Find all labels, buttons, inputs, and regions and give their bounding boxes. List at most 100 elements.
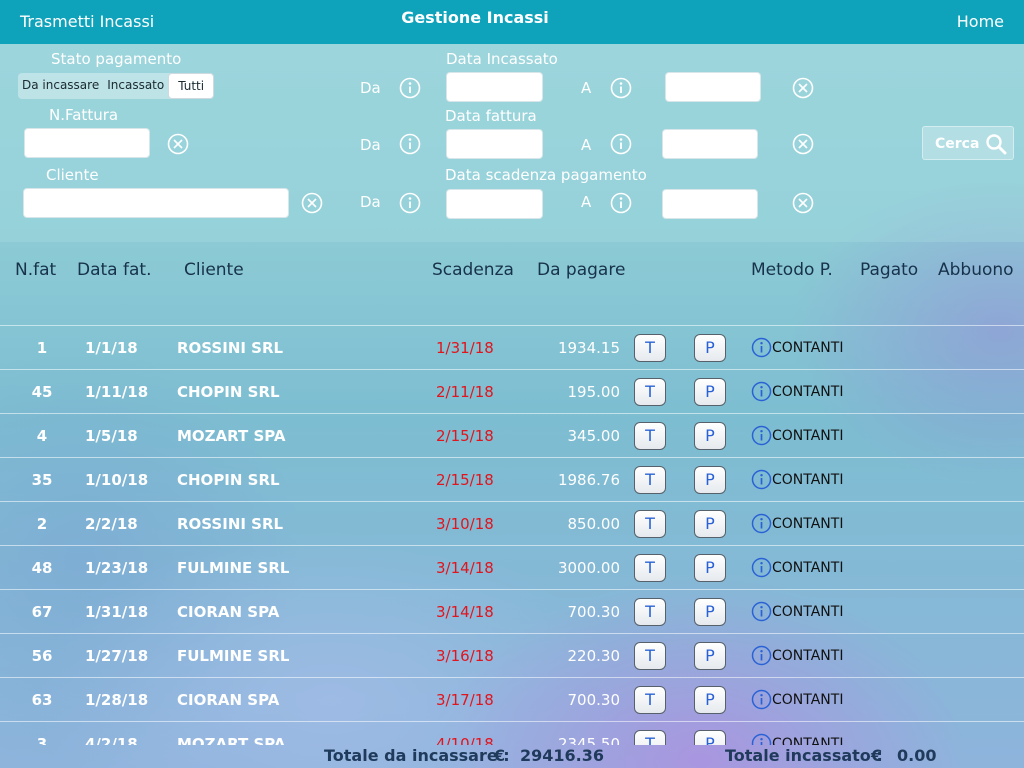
- p-button[interactable]: P: [694, 554, 726, 582]
- table-row[interactable]: 67 1/31/18 CIORAN SPA 3/14/18 700.30 T P…: [0, 589, 1024, 633]
- invoice-number: 4: [36, 427, 48, 445]
- info-icon[interactable]: [751, 337, 772, 358]
- t-button[interactable]: T: [634, 466, 666, 494]
- invoice-date: 1/27/18: [85, 647, 149, 665]
- due-date-label: Data scadenza pagamento: [445, 166, 647, 184]
- t-button[interactable]: T: [634, 334, 666, 362]
- total-paid-currency: €: [871, 746, 883, 765]
- table-row[interactable]: 4 1/5/18 MOZART SPA 2/15/18 345.00 T P C…: [0, 413, 1024, 457]
- segment-incassato[interactable]: Incassato: [103, 73, 168, 99]
- t-button[interactable]: T: [634, 642, 666, 670]
- invoice-number: 35: [31, 471, 53, 489]
- total-due-value: 29416.36: [520, 746, 605, 765]
- info-icon[interactable]: [399, 77, 421, 99]
- page-title: Gestione Incassi: [401, 8, 549, 27]
- invoice-date: 1/11/18: [85, 383, 149, 401]
- client-name: CIORAN SPA: [177, 691, 280, 709]
- due-date: 2/11/18: [436, 383, 494, 401]
- info-icon[interactable]: [610, 192, 632, 214]
- info-icon[interactable]: [751, 381, 772, 402]
- due-date: 3/16/18: [436, 647, 494, 665]
- info-icon[interactable]: [751, 425, 772, 446]
- p-button[interactable]: P: [694, 686, 726, 714]
- client-field[interactable]: [23, 188, 289, 218]
- to-label: A: [581, 79, 592, 97]
- search-icon: [986, 134, 1007, 155]
- amount-due: 1986.76: [557, 471, 620, 489]
- payment-status-segmented: Da incassare Incassato Tutti: [18, 73, 215, 99]
- cashed-date-to-field[interactable]: [665, 72, 761, 102]
- table-row[interactable]: 3 4/2/18 MOZART SPA 4/10/18 2345.50 T P …: [0, 721, 1024, 745]
- clear-icon[interactable]: [792, 133, 814, 155]
- t-button[interactable]: T: [634, 510, 666, 538]
- total-due-currency: €: [494, 746, 506, 765]
- info-icon[interactable]: [751, 557, 772, 578]
- t-button[interactable]: T: [634, 730, 666, 745]
- amount-due: 1934.15: [557, 339, 620, 357]
- home-link[interactable]: Home: [957, 12, 1004, 31]
- segment-tutti[interactable]: Tutti: [168, 73, 215, 99]
- info-icon[interactable]: [751, 689, 772, 710]
- table-row[interactable]: 56 1/27/18 FULMINE SRL 3/16/18 220.30 T …: [0, 633, 1024, 677]
- p-button[interactable]: P: [694, 730, 726, 745]
- due-date: 3/14/18: [436, 603, 494, 621]
- p-button[interactable]: P: [694, 642, 726, 670]
- table-row[interactable]: 35 1/10/18 CHOPIN SRL 2/15/18 1986.76 T …: [0, 457, 1024, 501]
- t-button[interactable]: T: [634, 686, 666, 714]
- invoice-date-from-field[interactable]: [446, 129, 543, 159]
- info-icon[interactable]: [610, 133, 632, 155]
- info-icon[interactable]: [751, 513, 772, 534]
- table-row[interactable]: 48 1/23/18 FULMINE SRL 3/14/18 3000.00 T…: [0, 545, 1024, 589]
- segment-da-incassare[interactable]: Da incassare: [18, 73, 103, 99]
- p-button[interactable]: P: [694, 598, 726, 626]
- due-date: 3/17/18: [436, 691, 494, 709]
- client-name: FULMINE SRL: [177, 559, 290, 577]
- col-due-date: Scadenza: [432, 260, 514, 280]
- search-button[interactable]: Cerca: [922, 126, 1014, 160]
- clear-icon[interactable]: [792, 192, 814, 214]
- table-row[interactable]: 45 1/11/18 CHOPIN SRL 2/11/18 195.00 T P…: [0, 369, 1024, 413]
- invoice-date: 1/28/18: [85, 691, 149, 709]
- t-button[interactable]: T: [634, 422, 666, 450]
- t-button[interactable]: T: [634, 598, 666, 626]
- p-button[interactable]: P: [694, 422, 726, 450]
- t-button[interactable]: T: [634, 554, 666, 582]
- payment-method: CONTANTI: [772, 560, 844, 576]
- p-button[interactable]: P: [694, 466, 726, 494]
- client-name: FULMINE SRL: [177, 647, 290, 665]
- payment-method: CONTANTI: [772, 648, 844, 664]
- total-due-label: Totale da incassare :: [324, 746, 510, 765]
- info-icon[interactable]: [751, 469, 772, 490]
- p-button[interactable]: P: [694, 510, 726, 538]
- info-icon[interactable]: [399, 133, 421, 155]
- clear-icon[interactable]: [792, 77, 814, 99]
- clear-icon[interactable]: [301, 192, 323, 214]
- cashed-date-from-field[interactable]: [446, 72, 543, 102]
- due-date-to-field[interactable]: [662, 189, 758, 219]
- client-name: MOZART SPA: [177, 427, 286, 445]
- table-row[interactable]: 63 1/28/18 CIORAN SPA 3/17/18 700.30 T P…: [0, 677, 1024, 721]
- to-label: A: [581, 193, 592, 211]
- invoice-table: 1 1/1/18 ROSSINI SRL 1/31/18 1934.15 T P…: [0, 325, 1024, 745]
- col-discount: Abbuono: [938, 260, 1014, 280]
- due-date-from-field[interactable]: [446, 189, 543, 219]
- p-button[interactable]: P: [694, 334, 726, 362]
- payment-method: CONTANTI: [772, 604, 844, 620]
- info-icon[interactable]: [751, 601, 772, 622]
- info-icon[interactable]: [610, 77, 632, 99]
- due-date: 1/31/18: [436, 339, 494, 357]
- amount-due: 700.30: [567, 691, 621, 709]
- from-label: Da: [360, 193, 381, 211]
- info-icon[interactable]: [399, 192, 421, 214]
- clear-icon[interactable]: [167, 133, 189, 155]
- client-name: ROSSINI SRL: [177, 515, 284, 533]
- info-icon[interactable]: [751, 645, 772, 666]
- table-row[interactable]: 2 2/2/18 ROSSINI SRL 3/10/18 850.00 T P …: [0, 501, 1024, 545]
- invoice-date-to-field[interactable]: [662, 129, 758, 159]
- table-row[interactable]: 1 1/1/18 ROSSINI SRL 1/31/18 1934.15 T P…: [0, 325, 1024, 369]
- p-button[interactable]: P: [694, 378, 726, 406]
- t-button[interactable]: T: [634, 378, 666, 406]
- client-name: CHOPIN SRL: [177, 383, 280, 401]
- cashed-date-label: Data Incassato: [446, 50, 558, 68]
- invoice-number-field[interactable]: [24, 128, 150, 158]
